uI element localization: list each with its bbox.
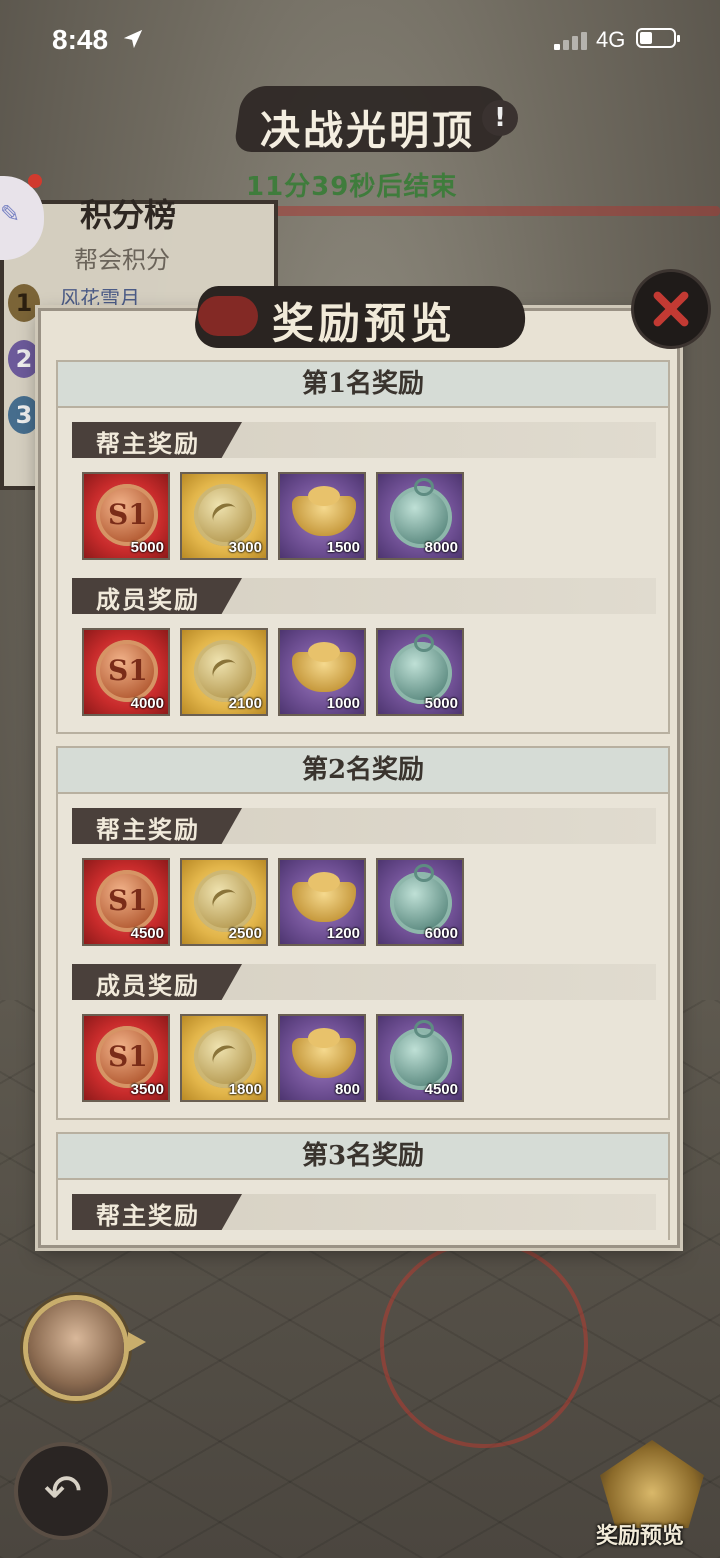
reward-item-row: S1 5000 3000 1500 8000 [82,472,668,564]
background-circle [380,1240,588,1448]
notification-dot [28,174,42,188]
reward-group-header: 帮主奖励 [72,422,668,462]
location-arrow-icon [123,29,143,49]
network-type: 4G [596,27,626,52]
feather-coin-icon [194,640,256,702]
status-time: 8:48 [52,24,109,55]
reward-item-jade-medal[interactable]: 5000 [376,628,464,716]
reward-group-label: 帮主奖励 [96,1202,200,1230]
reward-item-s1-coin[interactable]: S1 3500 [82,1014,170,1102]
back-arrow-icon: ↶ [43,1464,83,1518]
event-countdown: 11分39秒后结束 [246,172,458,202]
reward-item-jade-medal[interactable]: 4500 [376,1014,464,1102]
gold-ingot-icon [292,1028,356,1078]
background-red-line [270,206,720,216]
reward-item-s1-coin[interactable]: S1 4500 [82,858,170,946]
reward-quantity: 5000 [130,539,164,556]
rank-badge-2: 2 [8,340,40,378]
leaderboard-title: 积分榜 [80,196,177,234]
reward-preview-label[interactable]: 奖励预览 [596,1518,684,1550]
reward-item-feather-coin[interactable]: 2100 [180,628,268,716]
reward-item-feather-coin[interactable]: 1800 [180,1014,268,1102]
reward-item-gold-ingot[interactable]: 1000 [278,628,366,716]
back-button[interactable]: ↶ [18,1446,108,1536]
rank-reward-heading: 第1名奖励 [58,362,668,408]
event-title-banner: 决战光明顶 [233,80,518,160]
s1-coin-icon: S1 [96,640,158,702]
reward-scroll-list[interactable]: 第1名奖励 帮主奖励 S1 5000 3000 1500 8000 成员奖励 S1 4000 2… [56,360,670,1240]
reward-quantity: 1200 [326,925,360,942]
reward-item-jade-medal[interactable]: 8000 [376,472,464,560]
event-title: 决战光明顶 [260,107,475,154]
info-alert-icon[interactable]: ! [482,100,518,136]
reward-quantity: 3000 [228,539,262,556]
reward-group-header: 帮主奖励 [72,808,668,848]
reward-quantity: 2500 [228,925,262,942]
reward-quantity: 4000 [130,695,164,712]
reward-group-header: 成员奖励 [72,964,668,1004]
gold-ingot-icon [292,486,356,536]
reward-group-label: 帮主奖励 [96,816,200,844]
reward-item-gold-ingot[interactable]: 1500 [278,472,366,560]
avatar-expand-arrow-icon[interactable] [128,1332,146,1352]
reward-item-jade-medal[interactable]: 6000 [376,858,464,946]
reward-quantity: 2100 [228,695,262,712]
leaderboard-subtitle: 帮会积分 [74,246,170,274]
reward-quantity: 5000 [424,695,458,712]
close-button[interactable] [634,272,708,346]
reward-item-gold-ingot[interactable]: 1200 [278,858,366,946]
reward-group-label: 成员奖励 [96,972,200,1000]
reward-item-row: S1 4000 2100 1000 5000 [82,628,668,720]
rank-reward-block: 第3名奖励 帮主奖励S1 [56,1132,670,1240]
feather-coin-icon [194,870,256,932]
reward-quantity: 4500 [130,925,164,942]
rank-reward-block: 第2名奖励 帮主奖励 S1 4500 2500 1200 6000 成员奖励 S1 3500 1… [56,746,670,1120]
reward-group-header: 帮主奖励 [72,1194,668,1234]
reward-quantity: 1000 [326,695,360,712]
reward-quantity: 1500 [326,539,360,556]
player-avatar[interactable] [28,1300,124,1396]
reward-quantity: 8000 [424,539,458,556]
feather-coin-icon [194,1026,256,1088]
reward-group-label: 帮主奖励 [96,430,200,458]
reward-quantity: 3500 [130,1081,164,1098]
gold-ingot-icon [292,872,356,922]
battery-icon [636,28,680,48]
feather-coin-icon [194,484,256,546]
gold-ingot-icon [292,642,356,692]
chat-icon: ✎ [0,200,21,228]
s1-coin-icon: S1 [96,870,158,932]
modal-header-red-splash [198,296,258,336]
leaderboard-first-name: 风花雪月 [60,286,140,310]
s1-coin-icon: S1 [96,1026,158,1088]
reward-item-gold-ingot[interactable]: 800 [278,1014,366,1102]
reward-item-s1-coin[interactable]: S1 4000 [82,628,170,716]
signal-icon [554,30,588,50]
reward-item-s1-coin[interactable]: S1 5000 [82,472,170,560]
reward-quantity: 1800 [228,1081,262,1098]
rank-reward-heading: 第3名奖励 [58,1134,668,1180]
reward-item-feather-coin[interactable]: 3000 [180,472,268,560]
rank-reward-block: 第1名奖励 帮主奖励 S1 5000 3000 1500 8000 成员奖励 S1 4000 2… [56,360,670,734]
status-bar: 8:48 4G [0,0,720,80]
modal-title: 奖励预览 [272,299,457,348]
reward-quantity: 800 [334,1081,360,1098]
reward-group-header: 成员奖励 [72,578,668,618]
rank-reward-heading: 第2名奖励 [58,748,668,794]
reward-item-row: S1 3500 1800 800 4500 [82,1014,668,1106]
reward-quantity: 6000 [424,925,458,942]
reward-item-feather-coin[interactable]: 2500 [180,858,268,946]
reward-quantity: 4500 [424,1081,458,1098]
rank-badge-1: 1 [8,284,40,322]
reward-item-row: S1 4500 2500 1200 6000 [82,858,668,950]
reward-group-label: 成员奖励 [96,586,200,614]
s1-coin-icon: S1 [96,484,158,546]
rank-badge-3: 3 [8,396,40,434]
